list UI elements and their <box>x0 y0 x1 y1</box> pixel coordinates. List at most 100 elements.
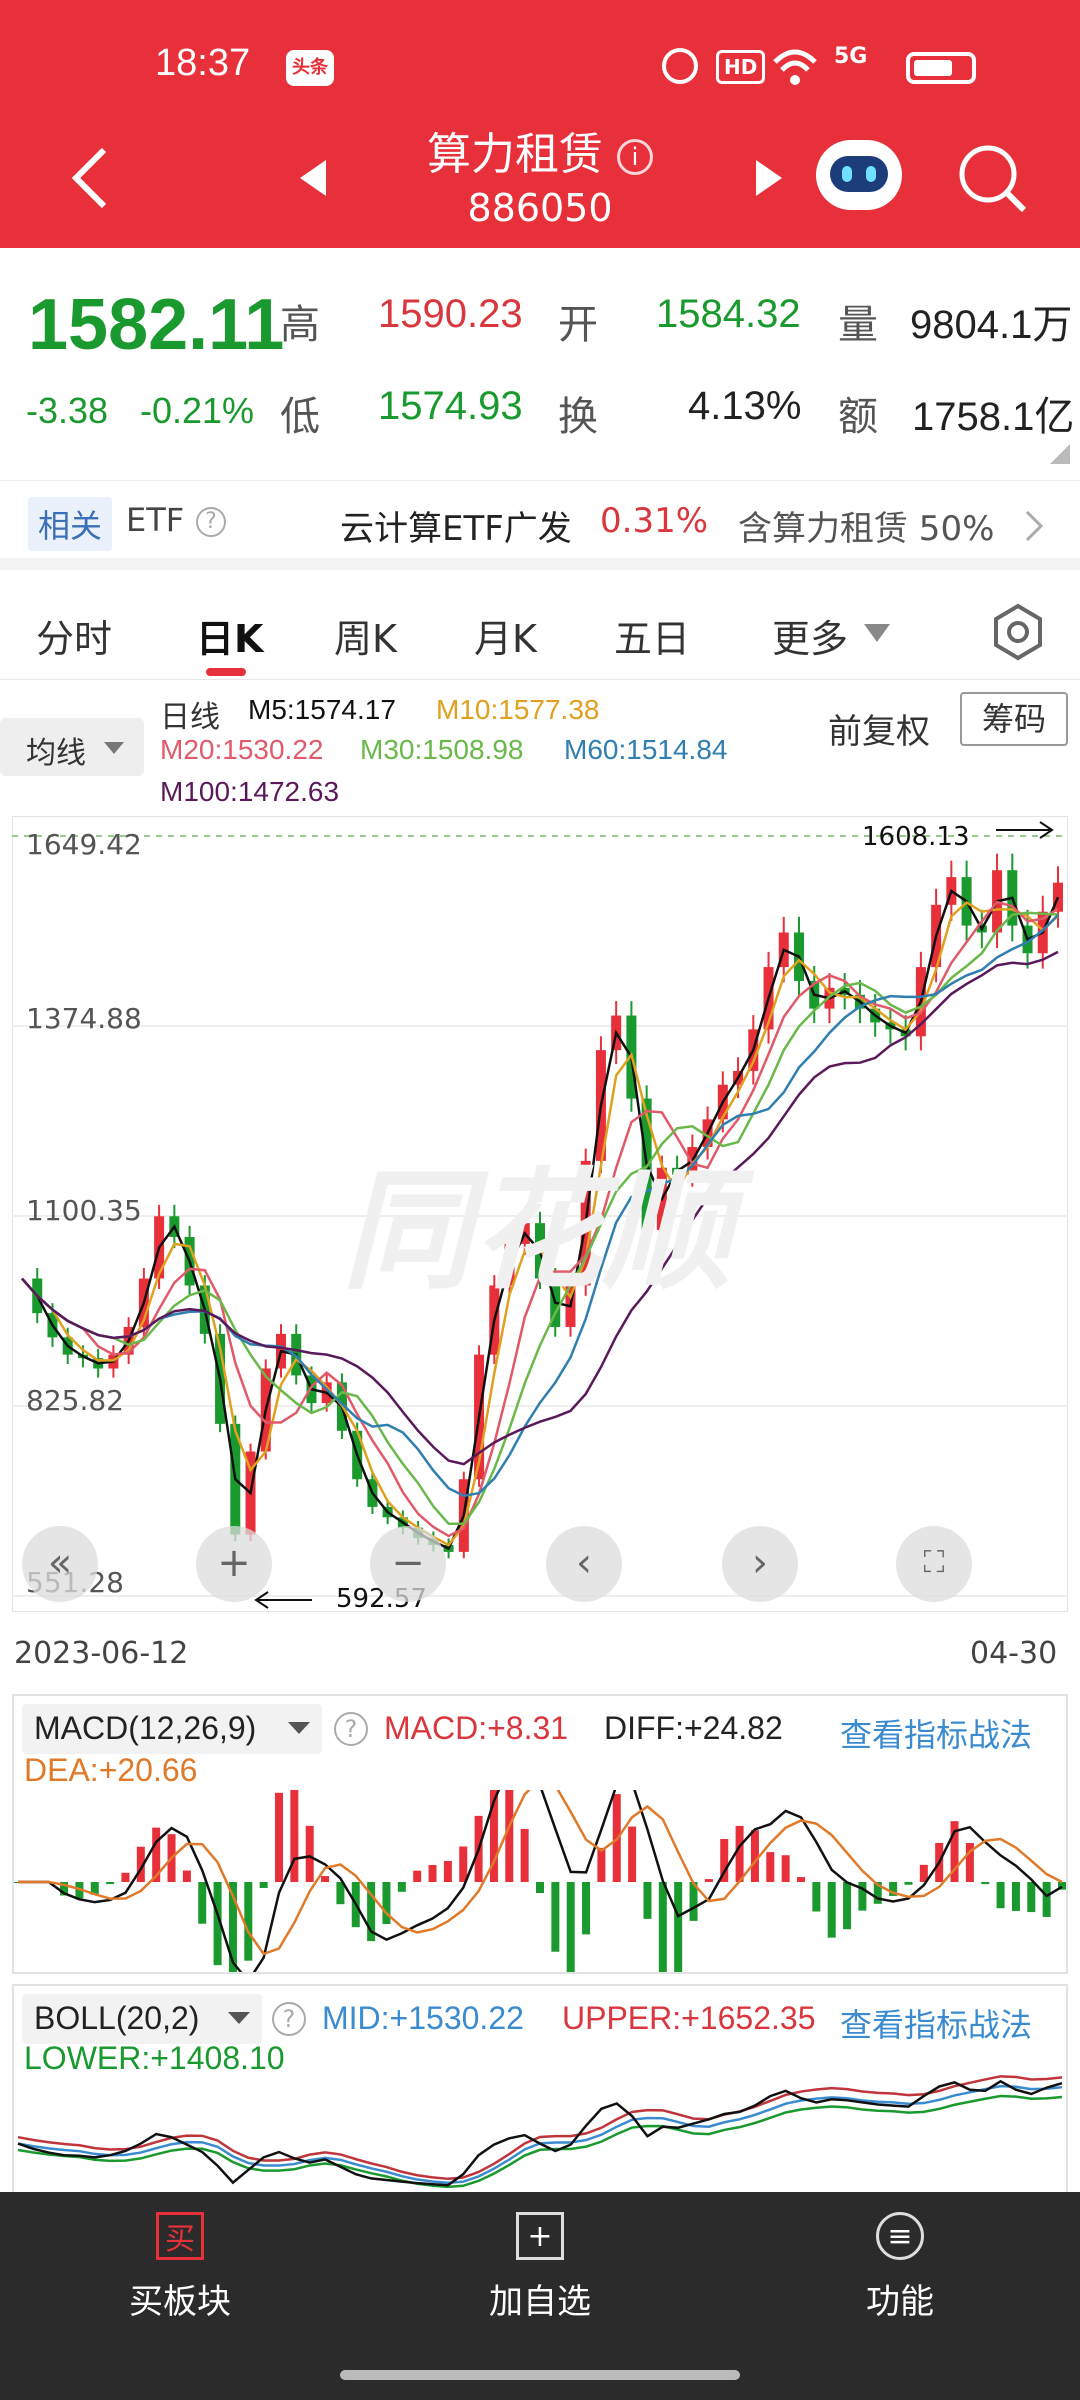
period-tabs: 分时 日K 周K 月K 五日 更多 <box>0 580 1080 680</box>
macd-dea: DEA:+20.66 <box>24 1752 198 1788</box>
menu-circle-icon: ≡ <box>876 2212 924 2260</box>
ma30-value: M30:1508.98 <box>360 734 524 765</box>
macd-bar <box>843 1882 852 1930</box>
etf-pct: 0.31% <box>600 501 709 541</box>
arrow-right-icon <box>996 821 1054 839</box>
home-indicator <box>340 2370 740 2380</box>
low-label: 低 <box>280 395 320 439</box>
amount-label: 额 <box>838 395 878 439</box>
macd-bar <box>290 1790 299 1882</box>
macd-strategy-link[interactable]: 查看指标战法 <box>840 1710 1032 1756</box>
macd-bar <box>674 1882 683 1972</box>
tab-intraday[interactable]: 分时 <box>36 608 112 663</box>
ma5-value: M5:1574.17 <box>248 694 396 725</box>
macd-bar <box>428 1864 437 1882</box>
macd-bar <box>443 1860 452 1882</box>
macd-bar <box>121 1872 130 1882</box>
next-stock-button[interactable] <box>754 160 784 196</box>
stock-code: 886050 <box>467 186 613 230</box>
macd-bar <box>628 1826 637 1882</box>
search-icon[interactable] <box>956 142 1030 216</box>
buy-sector-button[interactable]: 买 买板块 <box>80 2212 280 2323</box>
macd-bar <box>658 1882 667 1972</box>
volume-value: 9804.1万 <box>910 303 1073 347</box>
related-etf-bar[interactable]: 相关 ETF ? 云计算ETF广发 0.31% 含算力租赁 50% <box>0 480 1080 570</box>
info-icon[interactable]: i <box>617 139 653 175</box>
ma-select[interactable]: 均线 <box>0 718 144 776</box>
macd-bar <box>520 1828 529 1882</box>
ma60-value: M60:1514.84 <box>564 734 728 765</box>
macd-bar <box>981 1882 990 1885</box>
zoom-out-button[interactable]: − <box>370 1526 446 1602</box>
adjust-mode[interactable]: 前复权 <box>828 704 930 753</box>
robot-assistant-icon[interactable] <box>816 140 902 210</box>
high-label: 高 <box>280 303 320 347</box>
y-tick-2: 1100.35 <box>26 1194 142 1227</box>
buy-sector-label: 买板块 <box>129 2282 231 2322</box>
macd-bar <box>597 1847 606 1882</box>
boll-upper-line <box>17 2075 1063 2181</box>
scroll-right-button[interactable]: › <box>722 1526 798 1602</box>
buy-icon: 买 <box>156 2212 204 2260</box>
watermark-logo: 同花顺 <box>342 1155 755 1307</box>
functions-button[interactable]: ≡ 功能 <box>800 2212 1000 2323</box>
expand-corner-icon[interactable] <box>1050 444 1070 464</box>
chips-button[interactable]: 筹码 <box>960 692 1068 746</box>
active-tab-indicator <box>206 668 246 676</box>
boll-chart <box>17 2075 1063 2189</box>
ma20-value: M20:1530.22 <box>160 734 324 765</box>
boll-mid: MID:+1530.22 <box>322 2000 524 2036</box>
bottom-action-bar: 买 买板块 + 加自选 ≡ 功能 <box>0 2192 1080 2400</box>
x-end-date: 04-30 <box>970 1636 1058 1671</box>
dropdown-arrow-icon <box>288 1722 310 1734</box>
help-icon[interactable]: ? <box>334 1712 368 1746</box>
fullscreen-button[interactable]: ⛶ <box>896 1526 972 1602</box>
tab-monthly-k[interactable]: 月K <box>474 608 537 663</box>
macd-bar <box>536 1882 544 1893</box>
kline-chart[interactable]: 同花顺 <box>12 816 1068 1612</box>
settings-icon[interactable] <box>988 602 1048 662</box>
macd-chart <box>14 1790 1066 1972</box>
etf-name: 云计算ETF广发 <box>340 509 572 549</box>
help-icon[interactable]: ? <box>272 2002 306 2036</box>
ma10-value: M10:1577.38 <box>436 694 600 725</box>
tab-five-day[interactable]: 五日 <box>614 608 690 663</box>
boll-strategy-link[interactable]: 查看指标战法 <box>840 2000 1032 2046</box>
battery-icon <box>906 52 976 84</box>
macd-diff: DIFF:+24.82 <box>604 1710 783 1746</box>
macd-bar <box>505 1790 514 1882</box>
macd-bar <box>106 1882 115 1885</box>
etf-holding: 含算力租赁 50% <box>738 509 995 549</box>
tab-more[interactable]: 更多 <box>772 608 848 663</box>
zoom-in-button[interactable]: + <box>196 1526 272 1602</box>
y-tick-3: 825.82 <box>26 1384 124 1417</box>
network-indicator: 5G <box>834 44 868 69</box>
tab-weekly-k[interactable]: 周K <box>334 608 397 663</box>
price-change: -3.38 <box>26 390 109 431</box>
add-watchlist-button[interactable]: + 加自选 <box>440 2212 640 2323</box>
boll-upper: UPPER:+1652.35 <box>562 2000 816 2036</box>
price-change-pct: -0.21% <box>140 390 255 431</box>
boll-price-line <box>17 2079 1063 2187</box>
macd-bar <box>1011 1882 1020 1911</box>
macd-bar <box>244 1882 253 1961</box>
macd-bar <box>459 1846 468 1882</box>
help-icon[interactable]: ? <box>196 507 226 537</box>
functions-label: 功能 <box>866 2282 934 2322</box>
high-value: 1590.23 <box>378 292 523 336</box>
current-price: 1582.11 <box>28 285 285 365</box>
macd-bar <box>1042 1882 1051 1917</box>
macd-bar <box>827 1882 836 1938</box>
arrow-left-icon <box>254 1591 312 1609</box>
macd-bar <box>996 1882 1005 1909</box>
dropdown-arrow-icon <box>104 742 124 754</box>
macd-bar <box>797 1877 805 1882</box>
scroll-left-button[interactable]: ‹ <box>546 1526 622 1602</box>
macd-bar <box>182 1870 191 1882</box>
chevron-right-icon <box>1025 510 1044 542</box>
scroll-start-button[interactable]: « <box>22 1526 98 1602</box>
ma100-value: M100:1472.63 <box>160 776 340 807</box>
hd-badge: HD <box>716 50 766 84</box>
tab-daily-k[interactable]: 日K <box>196 608 263 663</box>
macd-value: MACD:+8.31 <box>384 1710 569 1746</box>
